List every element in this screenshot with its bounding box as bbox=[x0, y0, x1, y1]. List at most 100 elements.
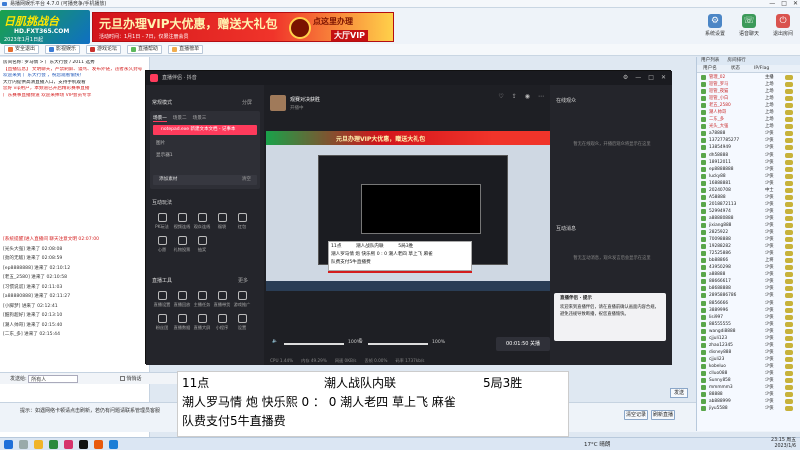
user-row[interactable]: 2018872113 少侠 bbox=[697, 201, 800, 208]
user-row[interactable]: 光头_大强 上场 bbox=[697, 123, 800, 130]
user-row[interactable]: 管理_02 主播 bbox=[697, 74, 800, 81]
user-row[interactable]: 3889996 少侠 bbox=[697, 307, 800, 314]
send-target-select[interactable]: 所有人 bbox=[28, 374, 79, 383]
user-list-pane[interactable]: 用户列表 房间排行 用户名 状态 IP/Flag 管理_02 主播 巡管_罗马 上场巡… bbox=[696, 57, 800, 431]
user-row[interactable]: 8856666 少侠 bbox=[697, 300, 800, 307]
exit-room-button[interactable]: ⏻ 退出房间 bbox=[768, 14, 798, 37]
settings-icon[interactable]: ⚙ bbox=[623, 71, 628, 85]
user-row[interactable]: 20240708 中士 bbox=[697, 187, 800, 194]
interact-item[interactable]: 观众连线 bbox=[192, 213, 212, 230]
user-row[interactable]: ep8888888 少侠 bbox=[697, 166, 800, 173]
interact-item[interactable]: 视频连线 bbox=[172, 213, 192, 230]
maximize-button[interactable]: □ bbox=[648, 71, 654, 85]
tool-item[interactable]: 游戏推广 bbox=[232, 291, 252, 308]
tab-scene-1[interactable]: 场景一 bbox=[153, 115, 167, 122]
user-row[interactable]: a88880888 少侠 bbox=[697, 215, 800, 222]
interact-item[interactable]: 抽奖 bbox=[192, 236, 212, 253]
user-row[interactable]: kobeluo 少侠 bbox=[697, 363, 800, 370]
scene-mode-label[interactable]: 常规模式 bbox=[152, 99, 172, 106]
user-row[interactable]: 88888 少侠 bbox=[697, 391, 800, 398]
user-row[interactable]: clluo088 少侠 bbox=[697, 370, 800, 377]
folder-icon[interactable] bbox=[34, 440, 43, 449]
clear-log-button[interactable]: 清空记录 bbox=[624, 410, 648, 420]
tab-user-list[interactable]: 用户列表 bbox=[701, 57, 719, 65]
search-icon[interactable] bbox=[19, 440, 28, 449]
browser-icon[interactable] bbox=[49, 440, 58, 449]
close-button[interactable]: ✕ bbox=[793, 0, 798, 8]
user-row[interactable]: b8688888 少侠 bbox=[697, 285, 800, 292]
maximize-button[interactable]: □ bbox=[781, 0, 787, 8]
user-row[interactable]: 52994974 少侠 bbox=[697, 208, 800, 215]
column-status[interactable]: 状态 bbox=[731, 65, 740, 72]
toolbar-button-exit[interactable]: 安全退出 bbox=[4, 45, 40, 54]
user-row[interactable]: lisi997 少侠 bbox=[697, 314, 800, 321]
tool-item[interactable]: 小程序 bbox=[212, 314, 232, 331]
whisper-checkbox[interactable] bbox=[119, 376, 125, 381]
user-row[interactable]: 18912011 少侠 bbox=[697, 159, 800, 166]
user-list[interactable]: 管理_02 主播 巡管_罗马 上场 巡管_夜猫 上场 巡管_小白 上场 老五_2580 上场 潮人帅… bbox=[697, 74, 800, 412]
user-row[interactable]: a78888 少侠 bbox=[697, 130, 800, 137]
interact-item[interactable]: 心愿 bbox=[152, 236, 172, 253]
split-screen-button[interactable]: 分屏 bbox=[242, 99, 252, 106]
user-row[interactable]: a88888 少侠 bbox=[697, 271, 800, 278]
speaker-icon[interactable]: 🔈 bbox=[272, 339, 278, 344]
user-row[interactable]: 88555555 少侠 bbox=[697, 321, 800, 328]
add-source-button[interactable]: 添加素材 清空 bbox=[153, 175, 257, 185]
user-row[interactable]: 巡管_夜猫 上场 bbox=[697, 88, 800, 95]
site-logo[interactable]: 日肌挑战台 HD.FXT365.COM 2023年1月1日起 bbox=[0, 10, 90, 44]
mic-icon[interactable]: 🎙 bbox=[358, 339, 364, 344]
toolbar-button-forum[interactable]: 游戏论坛 bbox=[86, 45, 122, 54]
tool-item[interactable]: 设置 bbox=[232, 314, 252, 331]
user-row[interactable]: 潮人帅哥 上场 bbox=[697, 109, 800, 116]
system-settings-button[interactable]: ⚙ 系统设置 bbox=[700, 14, 730, 37]
user-row[interactable]: zhao12345 少侠 bbox=[697, 342, 800, 349]
live-preview[interactable]: 元旦办理VIP大优惠，赠送大礼包 11点 潮人战队内联 5局3胜 潮人罗马情 炮… bbox=[266, 131, 550, 291]
app-icon[interactable] bbox=[94, 440, 103, 449]
user-row[interactable]: 19288282 少侠 bbox=[697, 243, 800, 250]
tiktok-icon[interactable] bbox=[79, 440, 88, 449]
minimize-button[interactable]: — bbox=[635, 71, 641, 85]
refresh-stream-button[interactable]: 刷新直播 bbox=[651, 410, 675, 420]
tool-item[interactable]: 直播回放 bbox=[172, 291, 192, 308]
tab-scene-2[interactable]: 场景二 bbox=[173, 115, 187, 122]
tool-item[interactable]: 粉丝团 bbox=[152, 314, 172, 331]
speaker-volume-slider[interactable] bbox=[284, 343, 344, 345]
scene-source-item[interactable]: notepad.exe 新建文本文档 - 记事本 bbox=[153, 125, 257, 135]
clear-sources-button[interactable]: 清空 bbox=[242, 175, 251, 185]
user-row[interactable]: 二东_多 上场 bbox=[697, 116, 800, 123]
column-username[interactable]: 用户名 bbox=[703, 65, 717, 72]
tab-room-ranking[interactable]: 房间排行 bbox=[727, 57, 745, 65]
user-row[interactable]: jixiang888 少侠 bbox=[697, 222, 800, 229]
user-row[interactable]: 2895886786 少侠 bbox=[697, 292, 800, 299]
user-row[interactable]: 老五_2580 上场 bbox=[697, 102, 800, 109]
source-display[interactable]: 显示器1 bbox=[156, 152, 173, 158]
user-row[interactable]: A58888 少侠 bbox=[697, 194, 800, 201]
interact-item[interactable]: PK玩法 bbox=[152, 213, 172, 230]
user-row[interactable]: 43950298 少侠 bbox=[697, 264, 800, 271]
user-row[interactable]: 巡管_罗马 上场 bbox=[697, 81, 800, 88]
column-flag[interactable]: IP/Flag bbox=[754, 65, 769, 72]
user-row[interactable]: wangdi8888 少侠 bbox=[697, 328, 800, 335]
like-icon[interactable]: ♡ bbox=[498, 93, 503, 100]
user-row[interactable]: 70098888 少侠 bbox=[697, 236, 800, 243]
user-row[interactable]: 16888881 少侠 bbox=[697, 180, 800, 187]
user-row[interactable]: jiyu5588 少侠 bbox=[697, 405, 800, 412]
close-button[interactable]: ✕ bbox=[661, 71, 666, 85]
banner-vip-button[interactable]: 大厅VIP bbox=[331, 30, 369, 41]
send-button[interactable]: 发送 bbox=[670, 388, 688, 398]
tools-more-button[interactable]: 更多 bbox=[238, 277, 248, 284]
interact-item[interactable]: 红包 bbox=[232, 213, 252, 230]
user-row[interactable]: ab888999 少侠 bbox=[697, 398, 800, 405]
record-icon[interactable]: ◉ bbox=[525, 93, 530, 100]
toolbar-button-help[interactable]: 直播帮助 bbox=[127, 45, 163, 54]
tool-item[interactable]: 主播任务 bbox=[192, 291, 212, 308]
tool-item[interactable]: 直播带货 bbox=[212, 291, 232, 308]
interact-item[interactable]: 礼物投票 bbox=[172, 236, 192, 253]
more-icon[interactable]: ⋯ bbox=[538, 93, 544, 100]
user-row[interactable]: cjjuli23 少侠 bbox=[697, 356, 800, 363]
user-row[interactable]: 88666617 少侠 bbox=[697, 278, 800, 285]
streamer-avatar[interactable] bbox=[270, 95, 286, 111]
weather-widget[interactable]: 17°C 晴朗 bbox=[584, 440, 610, 448]
user-row[interactable]: lucky88 少侠 bbox=[697, 173, 800, 180]
user-row[interactable]: cjjuli123 少侠 bbox=[697, 335, 800, 342]
